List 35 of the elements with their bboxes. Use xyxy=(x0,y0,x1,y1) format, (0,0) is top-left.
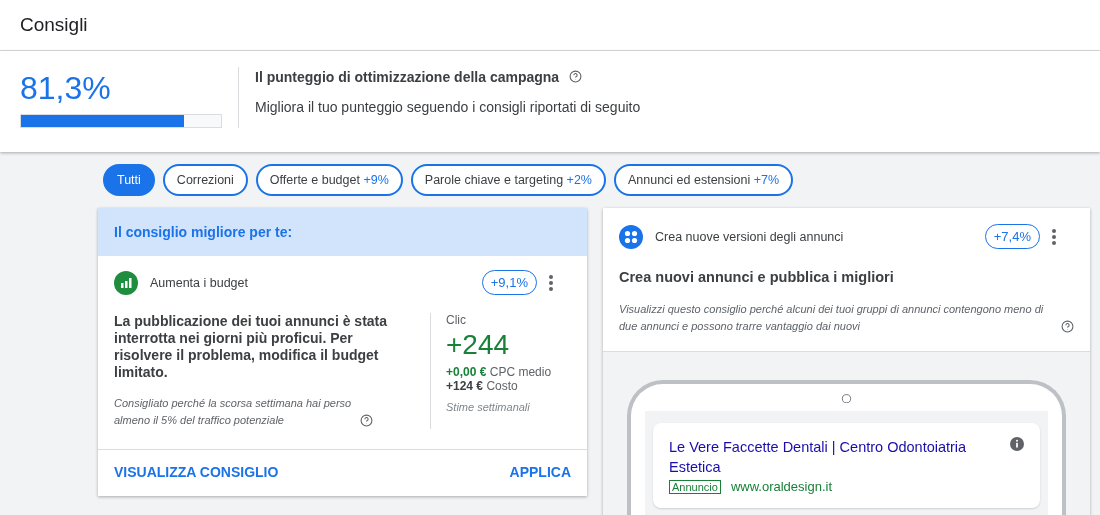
ad-label: Annuncio xyxy=(669,479,721,494)
view-link[interactable]: VISUALIZZA CONSIGLIO xyxy=(114,464,279,480)
filter-chip[interactable]: Tutti xyxy=(103,164,155,196)
help-icon[interactable] xyxy=(569,69,583,83)
filter-chip[interactable]: Offerte e budget +9% xyxy=(255,164,403,196)
bar-chart-icon xyxy=(114,270,138,295)
ad-url: www.oraldesign.it xyxy=(730,479,833,495)
more-options-icon[interactable] xyxy=(1052,228,1056,245)
grid-dots-icon xyxy=(619,224,643,249)
recommendation-text: La pubblicazione dei tuoi annunci è stata interrotta nei giorni più proficui. Per risolvere il problema, modifica il budget limitato. xyxy=(114,313,389,381)
category-label: Crea nuove versioni degli annunci xyxy=(655,229,845,244)
help-icon[interactable] xyxy=(360,414,373,427)
ad-headline[interactable]: Le Vere Faccette Dentali | Centro Odontoiatria Estetica xyxy=(669,437,1002,478)
reason-text: Visualizzi questo consiglio perché alcuni dei tuoi gruppi di annunci contengono meno di due annunci e possono trarre vantaggio dai nuovi xyxy=(619,302,1045,334)
filter-chip[interactable]: Correzioni xyxy=(162,164,248,196)
score-value: 81,3% xyxy=(20,70,112,107)
help-icon[interactable] xyxy=(1061,320,1074,333)
card-banner: Il consiglio migliore per te: xyxy=(98,208,587,256)
recommendation-heading: Crea nuovi annunci e pubblica i migliori xyxy=(618,268,895,285)
metric-value: +244 xyxy=(446,329,511,361)
reason-text: Consigliato perché la scorsa settimana hai perso almeno il 5% del traffico potenziale xyxy=(114,396,353,428)
info-icon[interactable] xyxy=(1010,437,1024,452)
score-subtitle: Migliora il tuo punteggio seguendo i consigli riportati di seguito xyxy=(255,99,641,115)
apply-link[interactable]: APPLICA xyxy=(509,464,571,480)
cost-line: +124 € Costo xyxy=(446,379,519,393)
more-options-icon[interactable] xyxy=(549,274,553,291)
camera-icon xyxy=(841,394,852,404)
estimate-note: Stime settimanali xyxy=(446,401,531,413)
metric-label: Clic xyxy=(446,313,467,327)
score-heading: Il punteggio di ottimizzazione della campagna xyxy=(255,69,560,85)
filter-chip[interactable]: Parole chiave e targeting +2% xyxy=(410,164,606,196)
filter-chip[interactable]: Annunci ed estensioni +7% xyxy=(613,164,794,196)
category-label: Aumenta i budget xyxy=(150,275,249,290)
cpc-line: +0,00 € CPC medio xyxy=(446,365,552,379)
page-title: Consigli xyxy=(20,14,88,36)
